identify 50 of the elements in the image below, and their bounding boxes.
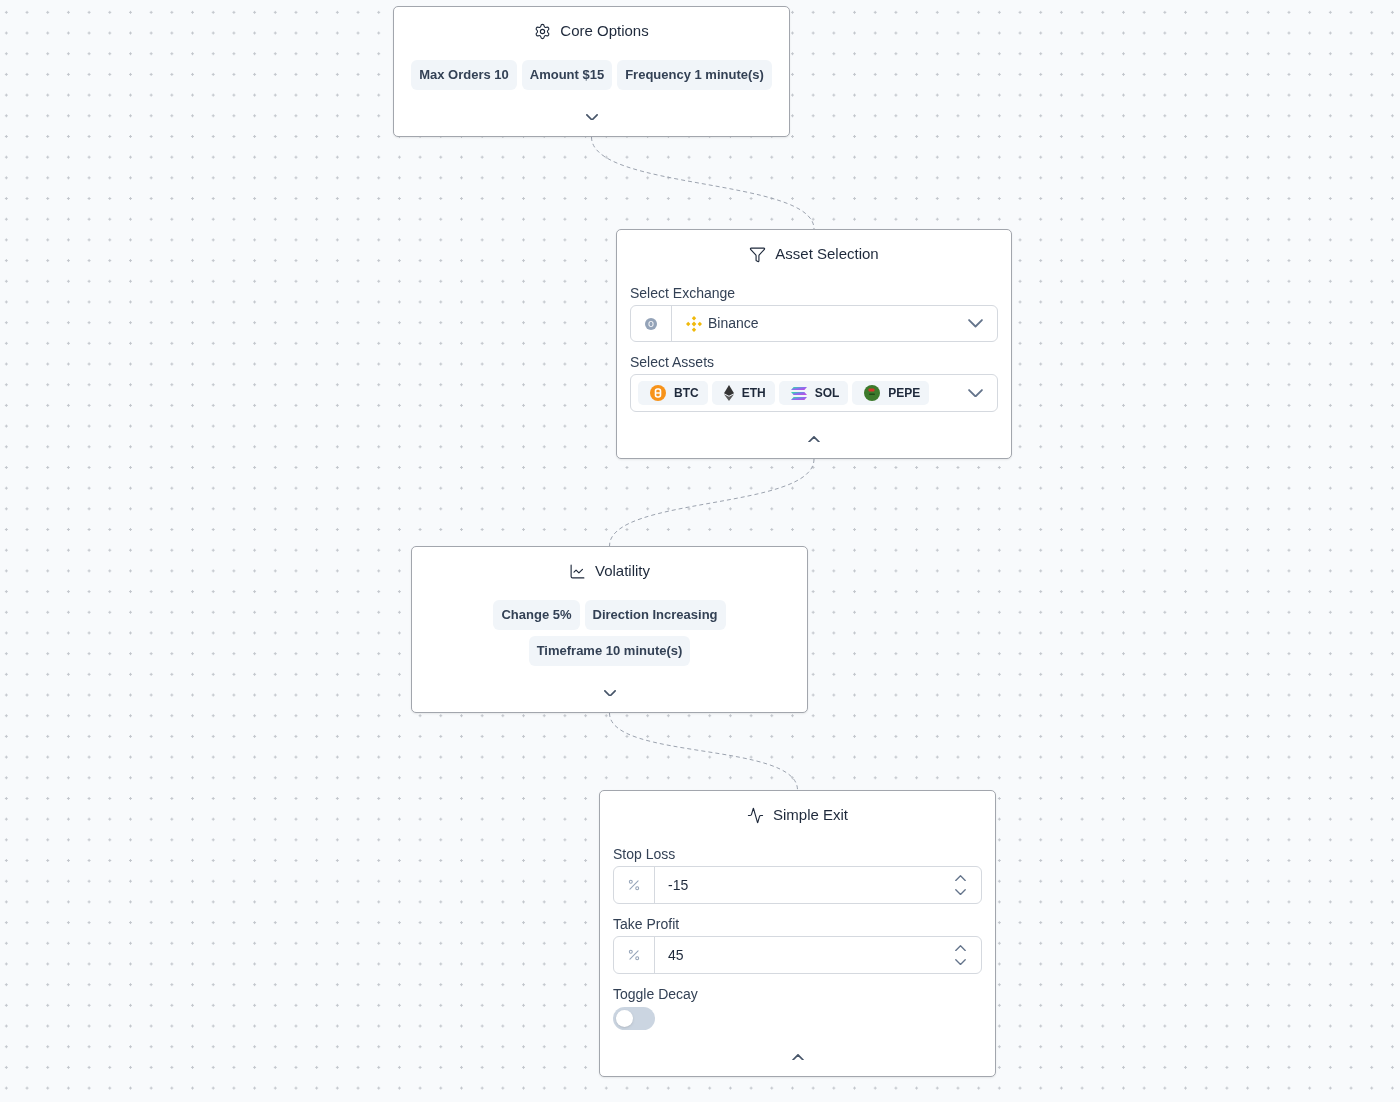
select-field[interactable]: Binance <box>630 305 998 342</box>
line-chart-icon <box>569 562 586 580</box>
chevron-down-icon <box>968 388 983 398</box>
settings-icon <box>534 22 552 40</box>
asset-chip[interactable]: ETH <box>711 381 775 405</box>
chevron-up-icon <box>791 1053 804 1061</box>
summary-tag: Frequency 1 minute(s) <box>617 60 772 90</box>
coin-icon <box>650 385 666 401</box>
field-label: Select Exchange <box>630 284 737 303</box>
asset-chip[interactable]: SOL <box>778 381 849 405</box>
chevron-down-icon <box>968 319 983 328</box>
summary-tag: Timeframe 10 minute(s) <box>528 636 691 666</box>
node-title: Simple Exit <box>773 805 848 825</box>
chevron-down-icon <box>955 889 966 896</box>
coin-icon <box>645 317 657 330</box>
node-title: Volatility <box>595 561 650 581</box>
funnel-icon <box>749 245 767 263</box>
chevron-down-icon <box>955 959 966 966</box>
decrement-button[interactable] <box>955 959 966 966</box>
number-field[interactable]: -15 <box>613 866 982 904</box>
summary-tag: Max Orders 10 <box>411 60 517 90</box>
chevron-up-icon <box>955 874 966 881</box>
field-label: Take Profit <box>613 915 681 934</box>
decrement-button[interactable] <box>955 889 966 896</box>
number-field[interactable]: 45 <box>613 936 982 974</box>
toggle-switch[interactable] <box>613 1007 655 1030</box>
node-title: Core Options <box>560 21 649 41</box>
stripes-icon <box>790 386 807 400</box>
percent-icon <box>627 878 641 892</box>
chevron-down-icon <box>603 689 616 697</box>
field-label: Toggle Decay <box>613 985 698 1004</box>
summary-tag: Amount $15 <box>521 60 613 90</box>
chevron-up-icon <box>955 944 966 951</box>
percent-icon <box>627 948 641 962</box>
summary-tag: Change 5% <box>493 600 580 630</box>
pulse-line-icon <box>747 806 764 824</box>
increment-button[interactable] <box>955 944 966 951</box>
asset-chip[interactable]: PEPE <box>852 381 930 405</box>
summary-tag: Direction Increasing <box>584 600 726 630</box>
chevron-up-icon <box>808 435 820 443</box>
diamond-icon <box>723 385 734 401</box>
field-label: Stop Loss <box>613 845 677 864</box>
node-title: Asset Selection <box>775 244 879 264</box>
increment-button[interactable] <box>955 874 966 881</box>
field-label: Select Assets <box>630 353 716 372</box>
asset-chip[interactable]: BTC <box>638 381 708 405</box>
chevron-down-icon <box>585 113 598 121</box>
diamond-cluster-icon <box>686 315 702 332</box>
disc-icon <box>864 385 881 401</box>
multi-select-field[interactable]: BTC ETH SOL PEPE <box>630 374 998 412</box>
